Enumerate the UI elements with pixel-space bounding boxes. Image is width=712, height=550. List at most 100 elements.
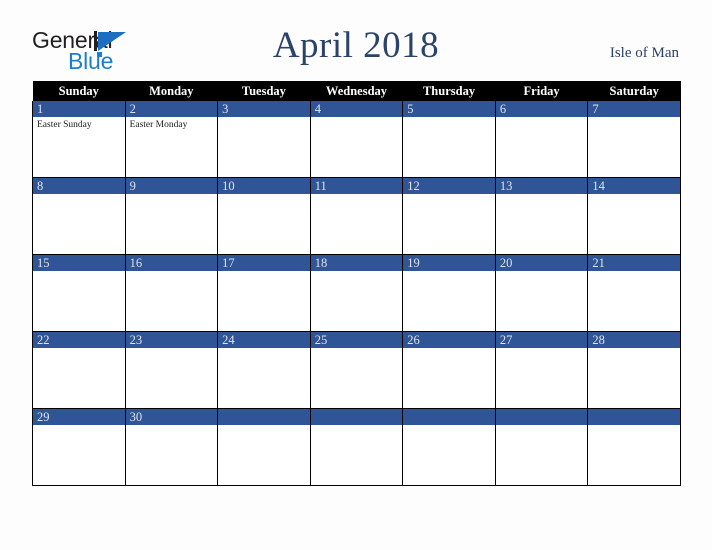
page-title: April 2018	[272, 25, 440, 66]
calendar-week-row: 22 23 24 25 26 27 28	[32, 331, 681, 409]
day-cell-inner: 22	[33, 332, 125, 408]
day-number	[403, 409, 495, 425]
day-cell-inner	[310, 409, 403, 485]
day-number: 18	[310, 255, 403, 271]
calendar-week-row: 29 30	[32, 408, 681, 486]
day-cell-21[interactable]: 21	[587, 254, 681, 332]
day-cell-inner: 16	[125, 255, 218, 331]
day-cell-empty[interactable]	[494, 408, 589, 486]
day-event-list	[403, 271, 495, 273]
day-cell-8[interactable]: 8	[32, 177, 126, 255]
day-event-list	[311, 194, 403, 196]
day-event-list: Easter Monday	[126, 117, 218, 131]
day-cell-27[interactable]: 27	[494, 331, 589, 409]
day-cell-inner: 15	[33, 255, 125, 331]
day-cell-empty[interactable]	[217, 408, 311, 486]
day-cell-empty[interactable]	[309, 408, 404, 486]
day-cell-12[interactable]: 12	[402, 177, 496, 255]
weekday-header-monday: Monday	[125, 81, 218, 101]
day-cell-inner: 30	[125, 409, 218, 485]
day-event-list	[311, 271, 403, 273]
day-cell-inner: 6	[495, 101, 588, 177]
day-cell-9[interactable]: 9	[124, 177, 219, 255]
weekday-header-sunday: Sunday	[32, 81, 126, 101]
day-number: 15	[33, 255, 125, 271]
day-event-list	[496, 271, 588, 273]
day-cell-1[interactable]: 1 Easter Sunday	[32, 101, 126, 178]
day-cell-inner: 7	[588, 101, 680, 177]
day-event-list	[588, 117, 680, 119]
day-cell-28[interactable]: 28	[587, 331, 681, 409]
day-number	[495, 409, 588, 425]
day-number: 23	[125, 332, 218, 348]
day-number: 2	[125, 101, 218, 117]
day-cell-7[interactable]: 7	[587, 101, 681, 178]
day-number: 25	[310, 332, 403, 348]
day-cell-inner: 23	[125, 332, 218, 408]
day-cell-26[interactable]: 26	[402, 331, 496, 409]
day-cell-16[interactable]: 16	[124, 254, 219, 332]
weekday-header-wednesday: Wednesday	[310, 81, 403, 101]
day-cell-25[interactable]: 25	[309, 331, 404, 409]
day-cell-23[interactable]: 23	[124, 331, 219, 409]
day-event-list	[403, 348, 495, 350]
calendar-week-row: 8 9 10 11 12 13 14	[32, 177, 681, 255]
day-cell-18[interactable]: 18	[309, 254, 404, 332]
day-event-list	[496, 117, 588, 119]
calendar-week-row: 15 16 17 18 19 20 21	[32, 254, 681, 332]
day-number: 29	[33, 409, 125, 425]
day-number: 7	[588, 101, 680, 117]
day-cell-empty[interactable]	[587, 408, 681, 486]
day-number	[310, 409, 403, 425]
day-cell-4[interactable]: 4	[309, 101, 404, 178]
calendar-header-row-group: Sunday Monday Tuesday Wednesday Thursday Frid…	[32, 81, 681, 101]
weekday-header-thursday: Thursday	[402, 81, 496, 101]
calendar-grid: Sunday Monday Tuesday Wednesday Thursday Frid…	[32, 81, 681, 486]
day-cell-13[interactable]: 13	[494, 177, 589, 255]
day-cell-15[interactable]: 15	[32, 254, 126, 332]
day-event-list	[403, 194, 495, 196]
day-number: 13	[495, 178, 588, 194]
day-number: 17	[218, 255, 310, 271]
day-event-list	[588, 425, 680, 427]
weekday-header-row: Sunday Monday Tuesday Wednesday Thursday Frid…	[32, 81, 681, 101]
day-cell-30[interactable]: 30	[124, 408, 219, 486]
day-number: 4	[310, 101, 403, 117]
day-cell-19[interactable]: 19	[402, 254, 496, 332]
day-cell-2[interactable]: 2 Easter Monday	[124, 101, 219, 178]
day-event-list	[403, 117, 495, 119]
day-cell-inner	[495, 409, 588, 485]
day-cell-14[interactable]: 14	[587, 177, 681, 255]
day-number: 16	[125, 255, 218, 271]
day-event-list	[218, 117, 310, 119]
day-cell-5[interactable]: 5	[402, 101, 496, 178]
calendar-week-row: 1 Easter Sunday 2 Easter Monday 3 4 5 6 7	[32, 101, 681, 178]
day-cell-24[interactable]: 24	[217, 331, 311, 409]
day-event-list	[311, 425, 403, 427]
day-number: 3	[218, 101, 310, 117]
day-number: 20	[495, 255, 588, 271]
day-number: 9	[125, 178, 218, 194]
page-header: General Blue April 2018 Isle of Man	[0, 0, 712, 81]
weekday-header-tuesday: Tuesday	[217, 81, 311, 101]
day-event-list	[218, 271, 310, 273]
day-number: 24	[218, 332, 310, 348]
day-cell-inner: 13	[495, 178, 588, 254]
day-event-list	[588, 348, 680, 350]
day-cell-20[interactable]: 20	[494, 254, 589, 332]
day-cell-17[interactable]: 17	[217, 254, 311, 332]
day-cell-inner: 21	[588, 255, 680, 331]
day-cell-11[interactable]: 11	[309, 177, 404, 255]
day-cell-inner: 26	[403, 332, 495, 408]
day-cell-29[interactable]: 29	[32, 408, 126, 486]
day-cell-22[interactable]: 22	[32, 331, 126, 409]
day-event-list	[403, 425, 495, 427]
day-number: 28	[588, 332, 680, 348]
day-cell-10[interactable]: 10	[217, 177, 311, 255]
day-event-list	[33, 271, 125, 273]
day-cell-3[interactable]: 3	[217, 101, 311, 178]
day-number: 6	[495, 101, 588, 117]
day-cell-inner: 29	[33, 409, 125, 485]
day-cell-empty[interactable]	[402, 408, 496, 486]
day-cell-6[interactable]: 6	[494, 101, 589, 178]
